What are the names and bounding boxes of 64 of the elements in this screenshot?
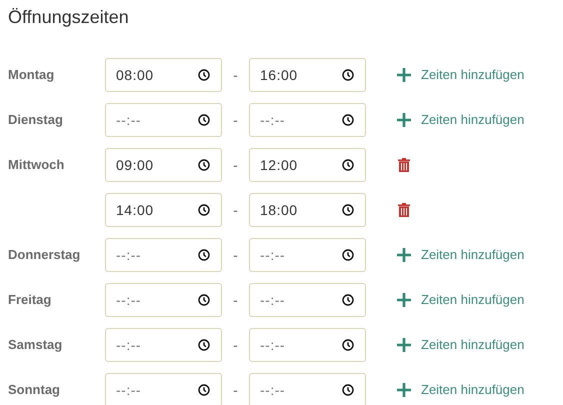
day-label: Montag	[8, 67, 54, 82]
add-times-button[interactable]: Zeiten hinzufügen	[397, 335, 524, 355]
plus-icon	[397, 293, 411, 307]
clock-icon	[198, 249, 210, 261]
range-separator: -	[232, 156, 239, 174]
day-label: Freitag	[8, 292, 52, 307]
time-field[interactable]: 16:00	[249, 58, 366, 92]
trash-icon	[398, 203, 410, 217]
clock-icon	[342, 339, 354, 351]
section-title: Öffnungszeiten	[8, 6, 129, 29]
clock-icon	[198, 159, 210, 171]
time-field[interactable]: --:--	[105, 283, 222, 317]
range-separator: -	[232, 246, 239, 264]
time-field[interactable]: --:--	[249, 328, 366, 362]
trash-icon	[398, 158, 410, 172]
clock-icon	[198, 204, 210, 216]
clock-icon	[342, 69, 354, 81]
plus-icon	[397, 248, 411, 262]
time-field[interactable]: 09:00	[105, 148, 222, 182]
range-separator: -	[232, 200, 239, 220]
plus-icon	[397, 113, 411, 127]
clock-icon	[342, 249, 354, 261]
time-field[interactable]: --:--	[105, 328, 222, 362]
clock-icon	[198, 384, 210, 396]
add-times-button[interactable]: Zeiten hinzufügen	[397, 110, 524, 130]
add-times-button[interactable]: Zeiten hinzufügen	[397, 245, 524, 265]
range-separator: -	[232, 336, 239, 354]
add-times-button[interactable]: Zeiten hinzufügen	[397, 65, 524, 85]
time-field[interactable]: --:--	[249, 373, 366, 405]
time-field[interactable]: --:--	[105, 373, 222, 405]
clock-icon	[342, 159, 354, 171]
clock-icon	[198, 114, 210, 126]
clock-icon	[342, 384, 354, 396]
time-field[interactable]: 12:00	[249, 148, 366, 182]
clock-icon	[342, 114, 354, 126]
clock-icon	[198, 339, 210, 351]
clock-icon	[342, 294, 354, 306]
range-separator: -	[232, 290, 239, 310]
range-separator: -	[232, 110, 239, 130]
time-field[interactable]: --:--	[249, 283, 366, 317]
time-field[interactable]: --:--	[249, 103, 366, 137]
add-times-button[interactable]: Zeiten hinzufügen	[397, 380, 524, 400]
time-field[interactable]: 18:00	[249, 193, 366, 227]
time-field[interactable]: 14:00	[105, 193, 222, 227]
delete-button[interactable]	[398, 203, 410, 217]
range-separator: -	[232, 66, 239, 84]
clock-icon	[198, 69, 210, 81]
day-label: Sonntag	[8, 382, 60, 397]
add-times-button[interactable]: Zeiten hinzufügen	[397, 290, 524, 310]
clock-icon	[342, 204, 354, 216]
plus-icon	[397, 68, 411, 82]
day-label: Dienstag	[8, 112, 63, 127]
plus-icon	[397, 383, 411, 397]
day-label: Samstag	[8, 337, 62, 352]
plus-icon	[397, 338, 411, 352]
time-field[interactable]: --:--	[105, 103, 222, 137]
day-label: Mittwoch	[8, 157, 64, 172]
time-field[interactable]: --:--	[249, 238, 366, 272]
delete-button[interactable]	[398, 158, 410, 172]
time-field[interactable]: 08:00	[105, 58, 222, 92]
range-separator: -	[232, 380, 239, 400]
clock-icon	[198, 294, 210, 306]
day-label: Donnerstag	[8, 247, 80, 262]
time-field[interactable]: --:--	[105, 238, 222, 272]
